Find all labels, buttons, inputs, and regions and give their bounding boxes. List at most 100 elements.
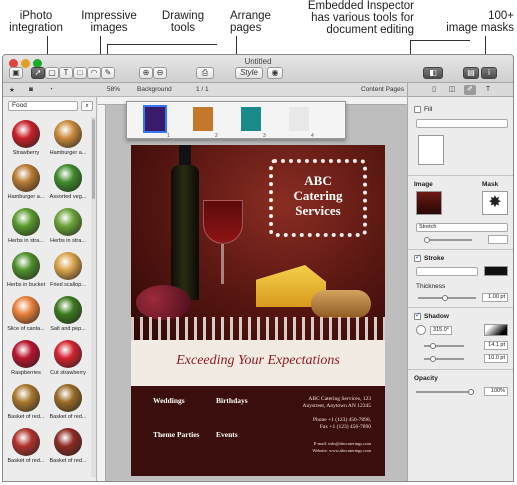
- tab-layout[interactable]: ◫: [446, 85, 458, 95]
- library-item[interactable]: Basket of red...: [5, 425, 47, 469]
- library-item[interactable]: Raspberries: [5, 337, 47, 381]
- tab-graphic[interactable]: ✐: [464, 85, 476, 95]
- curve-tool-button[interactable]: ◠: [87, 67, 101, 79]
- shape-tool-button[interactable]: □: [73, 67, 87, 79]
- text-tool-button[interactable]: T: [59, 67, 73, 79]
- address-text[interactable]: ABC Catering Services, 123 Anystreet, Any…: [286, 396, 371, 410]
- image-scale-field[interactable]: [488, 235, 508, 244]
- heading-events[interactable]: Events: [216, 430, 238, 439]
- opacity-field[interactable]: 100%: [484, 387, 508, 396]
- toggle-library-button[interactable]: ◧: [423, 67, 443, 79]
- vertical-ruler: [98, 105, 106, 481]
- background-select[interactable]: Background: [137, 86, 172, 93]
- library-item[interactable]: Herbs in stra...: [47, 205, 89, 249]
- library-item[interactable]: Cut strawberry: [47, 337, 89, 381]
- image-well[interactable]: [416, 191, 442, 215]
- page-thumbnail[interactable]: [143, 105, 167, 133]
- print-button[interactable]: ⎙: [196, 67, 214, 79]
- library-item[interactable]: Hamburger a...: [5, 161, 47, 205]
- mask-well[interactable]: ✸: [482, 191, 508, 215]
- zoom-out-button[interactable]: ⊖: [153, 67, 167, 79]
- fill-label: Fill: [424, 106, 433, 113]
- zoom-in-button[interactable]: ⊕: [139, 67, 153, 79]
- select-tool-button[interactable]: ➚: [31, 67, 45, 79]
- shadow-label: Shadow: [424, 313, 449, 320]
- heading-weddings[interactable]: Weddings: [153, 396, 185, 405]
- logo-title[interactable]: ABC Catering Services: [269, 173, 367, 218]
- library-item[interactable]: Basket of red...: [47, 381, 89, 425]
- image-tool-button[interactable]: ▢: [45, 67, 59, 79]
- category-select[interactable]: Food: [8, 101, 78, 111]
- zoom-select[interactable]: 58%: [107, 86, 120, 93]
- opacity-slider[interactable]: [416, 389, 474, 395]
- rectangle-icon: □: [77, 68, 83, 77]
- library-item[interactable]: Herbs in stra...: [5, 205, 47, 249]
- stroke-style-select[interactable]: [416, 267, 478, 276]
- angle-dial[interactable]: [416, 325, 426, 335]
- thickness-field[interactable]: 1.00 pt: [482, 293, 508, 302]
- shadow-color-well[interactable]: [484, 324, 508, 336]
- fill-type-select[interactable]: [416, 119, 508, 128]
- page-number: 1: [167, 133, 170, 139]
- shadow-angle-field[interactable]: 315.0°: [430, 326, 452, 335]
- toggle-inspector-button[interactable]: ▤: [463, 67, 479, 79]
- info-button[interactable]: i: [481, 67, 497, 79]
- callout-arrange: Arrange pages: [230, 10, 276, 34]
- color-wheel-icon: ◉: [271, 68, 279, 77]
- style-select[interactable]: Style: [235, 67, 263, 79]
- shadow-blur-field[interactable]: 10.0 pt: [484, 354, 508, 363]
- tagline-banner[interactable]: Exceeding Your Expectations: [131, 340, 385, 386]
- hero-photo[interactable]: ABC Catering Services: [131, 145, 385, 340]
- library-item[interactable]: Assorted veg...: [47, 161, 89, 205]
- pencil-tool-button[interactable]: ✎: [101, 67, 115, 79]
- content-pages-select[interactable]: Content Pages: [361, 86, 404, 93]
- library-item-label: Fried scallop...: [50, 282, 86, 288]
- stretch-select[interactable]: Stretch: [416, 223, 508, 232]
- library-item[interactable]: Basket of red...: [47, 425, 89, 469]
- iphoto-button[interactable]: ▣: [9, 67, 23, 79]
- page-thumbnail[interactable]: [193, 107, 213, 131]
- shadow-offset-slider[interactable]: [424, 343, 464, 349]
- library-item-label: Strawberry: [12, 150, 40, 156]
- tab-text[interactable]: T: [482, 85, 494, 95]
- library-item[interactable]: Hamburger a...: [47, 117, 89, 161]
- fill-color-well[interactable]: [418, 135, 444, 165]
- tab-library-shapes[interactable]: ◔: [49, 86, 53, 93]
- color-button[interactable]: ◉: [267, 67, 283, 79]
- library-item[interactable]: Strawberry: [5, 117, 47, 161]
- shadow-offset-field[interactable]: 14.1 pt: [484, 341, 508, 350]
- library-item-label: Herbs in bucket: [6, 282, 46, 288]
- library-item-thumbnail: [12, 164, 40, 192]
- feature-callouts: iPhoto integration Impressive images Drawi…: [0, 0, 517, 106]
- page-thumbnail[interactable]: [241, 107, 261, 131]
- shadow-checkbox[interactable]: [414, 311, 421, 320]
- email-text[interactable]: E-mail: info@abccaterings.com Website: ww…: [286, 440, 371, 454]
- page-counter: 1 / 1: [196, 86, 209, 93]
- panel-icon: ▤: [467, 68, 475, 77]
- thickness-slider[interactable]: [418, 295, 476, 301]
- library-item[interactable]: Herbs in bucket: [5, 249, 47, 293]
- tab-document[interactable]: ▯: [428, 85, 440, 95]
- image-scale-slider[interactable]: [424, 237, 472, 243]
- stroke-checkbox[interactable]: [414, 253, 421, 262]
- library-item[interactable]: Slice of canta...: [5, 293, 47, 337]
- page-thumbnail[interactable]: [289, 107, 309, 131]
- fill-checkbox[interactable]: [414, 106, 421, 113]
- library-search-button[interactable]: ⌕: [81, 101, 93, 111]
- library-item-thumbnail: [54, 120, 82, 148]
- info-icon: i: [488, 68, 490, 77]
- heading-birthdays[interactable]: Birthdays: [216, 396, 248, 405]
- tab-library-camera[interactable]: ◙: [29, 86, 33, 93]
- tagline-text[interactable]: Exceeding Your Expectations: [131, 353, 385, 369]
- library-item[interactable]: Salt and pep...: [47, 293, 89, 337]
- flyer-document[interactable]: ABC Catering Services Exceeding Your Expec…: [131, 145, 385, 476]
- stroke-color-well[interactable]: [484, 266, 508, 276]
- library-item[interactable]: Fried scallop...: [47, 249, 89, 293]
- library-item-thumbnail: [12, 208, 40, 236]
- heading-theme-parties[interactable]: Theme Parties: [153, 430, 199, 439]
- shadow-blur-slider[interactable]: [424, 356, 464, 362]
- library-item[interactable]: Basket of red...: [5, 381, 47, 425]
- library-scrollbar[interactable]: [91, 117, 96, 477]
- phone-text[interactable]: Phone +1 (123) 456-7890, Fax +1 (123) 456…: [286, 417, 371, 431]
- tab-library-star[interactable]: ★: [9, 86, 15, 94]
